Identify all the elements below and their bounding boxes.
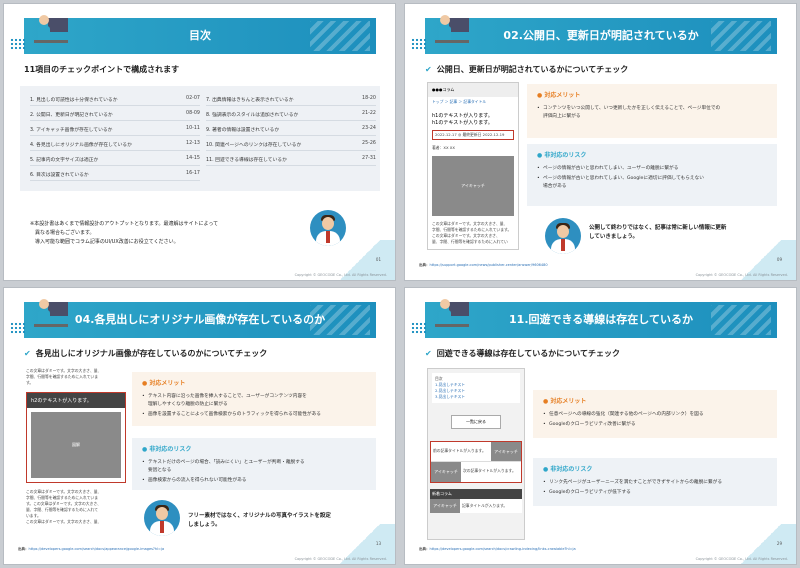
- toc-page-range: 27-31: [362, 156, 376, 161]
- toc-page-range: 02-07: [186, 96, 200, 101]
- source-link[interactable]: https://developers.google.com/search/doc…: [29, 547, 165, 551]
- page-number: 01: [375, 257, 381, 262]
- section-heading: 各見出しにオリジナル画像が存在しているのかについてチェック: [35, 349, 268, 358]
- merit-panel: ● 対応メリット 任意ページへの導線の強化（関連する他のページへの内部リンク）を…: [533, 390, 777, 438]
- toc-page-range: 18-20: [362, 96, 376, 101]
- advice-message: フリー素材ではなく、オリジナルの写真やイラストを設定 しましょう。: [188, 513, 331, 528]
- eyecatch-image: アイキャッチ: [432, 156, 514, 216]
- consultant-avatar: [545, 218, 581, 254]
- risk-panel: ● 非対応のリスク リンク先ページがユーザーニーズを満たすことができずサイトから…: [533, 458, 777, 506]
- h2-bar: h2のテキストが入ります。: [27, 393, 125, 408]
- page-number: 29: [776, 541, 782, 546]
- title-banner: 11.回遊できる導線は存在しているか: [425, 302, 777, 338]
- slide-title: 02.公開日、更新日が明記されているか: [503, 29, 699, 42]
- toc-item[interactable]: 6. 目次は設置されているか 16-17: [30, 171, 200, 181]
- source-link[interactable]: https://developers.google.com/search/doc…: [430, 547, 576, 551]
- person-at-desk-icon: [34, 15, 68, 43]
- article-mockup: ●●●コラム トップ ＞ 記事 ＞ 記事タイトル h1のテキストが入ります。 h1…: [427, 82, 519, 250]
- article-mockup: 目次 1.見出しテキスト 2.見出しテキスト 3.見出しテキスト 一覧に戻る 前…: [427, 368, 525, 540]
- slide-dates: 02.公開日、更新日が明記されているか ✔ 公開日、更新日が明記されているかについ…: [404, 3, 797, 281]
- page-number: 13: [375, 541, 381, 546]
- toc-item[interactable]: 2. 公開日、更新日が明記されているか 08-09: [30, 111, 200, 121]
- risk-panel: ● 非対応のリスク テキストだけのページの場合、「読みにくい」とユーザーが判断・…: [132, 438, 376, 490]
- breadcrumb: トップ ＞ 記事 ＞ 記事タイトル: [432, 99, 487, 104]
- slide-navigation: 11.回遊できる導線は存在しているか ✔ 回遊できる導線は存在しているかについてチ…: [404, 287, 797, 565]
- slide-title: 04.各見出しにオリジナル画像が存在しているのか: [74, 313, 326, 326]
- source-link[interactable]: https://support.google.com/news/publishe…: [430, 263, 548, 267]
- toc-page-range: 10-11: [186, 126, 200, 131]
- toc-page-range: 25-26: [362, 141, 376, 146]
- author-label: 著者：XX XX: [432, 145, 456, 150]
- date-highlight: 2022.12.17 ◎ 最終更新日 2022.12.19: [432, 130, 514, 140]
- toc-item[interactable]: 3. アイキャッチ画像が存在しているか 10-11: [30, 126, 200, 136]
- person-at-desk-icon: [34, 299, 68, 327]
- toc-item[interactable]: 1. 見出しの可読性は十分保されているか 02-07: [30, 96, 200, 106]
- toc-page-range: 21-22: [362, 111, 376, 116]
- toc-item[interactable]: 8. 強調表示のスタイルは追加されているか 21-22: [206, 111, 376, 121]
- advice-message: 公開して終わりではなく、記事は常に新しい情報に更新 していきましょう。: [589, 225, 727, 240]
- consultant-avatar: [144, 500, 180, 536]
- copyright: Copyright © GEOCODE Co., Ltd. All Rights…: [294, 273, 387, 277]
- toc-page-range: 16-17: [186, 171, 200, 176]
- toc-item[interactable]: 7. 出典情報はきちんと表示されているか 18-20: [206, 96, 376, 106]
- new-columns-label: 新着コラム: [430, 489, 522, 499]
- article-mockup: この文章はダミーです。文字の大きさ、量、 字間、行間等を確認するために入れています…: [26, 368, 126, 525]
- slide-title: 目次: [189, 29, 211, 42]
- title-banner: 04.各見出しにオリジナル画像が存在しているのか: [24, 302, 376, 338]
- check-icon: ✔: [425, 65, 432, 74]
- title-banner: 目次: [24, 18, 376, 54]
- toc-item[interactable]: 9. 著者の情報は設置されているか 23-24: [206, 126, 376, 136]
- toc-item[interactable]: 11. 回遊できる導線は存在しているか 27-31: [206, 156, 376, 166]
- toc-item[interactable]: 4. 各見出しにオリジナル画像が存在しているか 12-13: [30, 141, 200, 151]
- toc-page-range: 12-13: [186, 141, 200, 146]
- person-at-desk-icon: [435, 299, 469, 327]
- toc-item[interactable]: 5. 記事内の文字サイズは適正か 14-15: [30, 156, 200, 166]
- merit-panel: ● 対応メリット コンテンツをいつ公開して、いつ更新したかを正しく伝えることで、…: [527, 84, 777, 138]
- toc-page-range: 23-24: [362, 126, 376, 131]
- section-heading: 公開日、更新日が明記されているかについてチェック: [436, 65, 629, 74]
- slide-toc: 目次 11項目のチェックポイントで構成されます 1. 見出しの可読性は十分保され…: [3, 3, 396, 281]
- check-icon: ✔: [425, 349, 432, 358]
- title-banner: 02.公開日、更新日が明記されているか: [425, 18, 777, 54]
- slide-title: 11.回遊できる導線は存在しているか: [509, 313, 693, 326]
- toc-page-range: 08-09: [186, 111, 200, 116]
- back-to-list-button[interactable]: 一覧に戻る: [451, 415, 501, 429]
- prev-article-link[interactable]: 前の記事タイトルが入ります。: [431, 442, 491, 461]
- logo: ●●●コラム: [428, 83, 518, 97]
- toc-box: 1. 見出しの可読性は十分保されているか 02-07 2. 公開日、更新日が明記され…: [20, 86, 380, 191]
- next-article-link[interactable]: 次の記事タイトルが入ります。: [461, 462, 521, 482]
- toc-item[interactable]: 10. 関連ページへのリンクは存在しているか 25-26: [206, 141, 376, 151]
- risk-panel: ● 非対応のリスク ページの情報が古いと思われてしまい、ユーザーの離脱に繋がる …: [527, 144, 777, 206]
- note-text: ※本設計書はあくまで情報設計のアウトプットとなります。最適解はサイトによって 異…: [30, 221, 219, 245]
- toc-page-range: 14-15: [186, 156, 200, 161]
- slide-images: 04.各見出しにオリジナル画像が存在しているのか ✔ 各見出しにオリジナル画像が存…: [3, 287, 396, 565]
- check-icon: ✔: [24, 349, 31, 358]
- section-heading: 回遊できる導線は存在しているかについてチェック: [436, 349, 621, 358]
- diagram-image: 図解: [31, 412, 121, 478]
- dots-decoration: [10, 38, 26, 50]
- merit-panel: ● 対応メリット テキスト内容に沿った画像を挿入することで、ユーザーがコンテンツ…: [132, 372, 376, 426]
- person-at-desk-icon: [435, 15, 469, 43]
- toc-heading: 11項目のチェックポイントで構成されます: [24, 65, 180, 74]
- page-number: 09: [776, 257, 782, 262]
